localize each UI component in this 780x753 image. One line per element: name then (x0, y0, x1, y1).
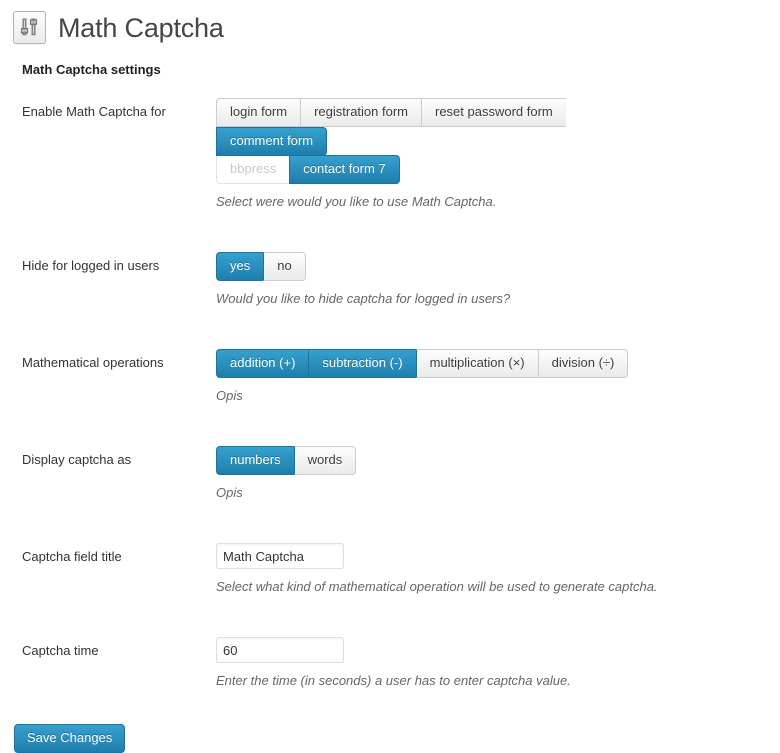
segment-option[interactable]: multiplication (×) (415, 349, 538, 378)
section-heading: Math Captcha settings (22, 62, 161, 77)
segment-option[interactable]: contact form 7 (289, 155, 400, 184)
row-control-enable-math-captcha-for: login form registration form reset passwor… (216, 83, 780, 237)
settings-rows: Enable Math Captcha for login form registr… (0, 83, 780, 716)
segment-option[interactable]: comment form (216, 127, 328, 156)
row-label-mathematical-operations: Mathematical operations (22, 355, 164, 370)
row-description: Enter the time (in seconds) a user has t… (216, 673, 571, 688)
row-description: Would you like to hide captcha for logge… (216, 291, 511, 306)
segment-option[interactable]: subtraction (-) (308, 349, 416, 378)
button-group-mathematical-operations: addition (+) subtraction (-) multiplicatio… (216, 349, 658, 378)
row-control-mathematical-operations: addition (+) subtraction (-) multiplicatio… (216, 334, 780, 431)
button-group-row: bbpress contact form 7 (216, 155, 658, 184)
settings-form-table: Enable Math Captcha for login form registr… (0, 83, 780, 716)
settings-row: Hide for logged in users yes no Would you l… (0, 237, 780, 334)
segment-option[interactable]: division (÷) (537, 349, 629, 378)
button-group-row: login form registration form reset passwor… (216, 98, 658, 156)
row-description: Select were would you like to use Math C… (216, 194, 497, 209)
button-group-display-captcha-as: numbers words (216, 446, 658, 475)
segment-option[interactable]: words (293, 446, 357, 475)
page-header: Math Captcha (0, 0, 780, 46)
settings-row: Display captcha as numbers words Opis (0, 431, 780, 528)
sliders-settings-icon (13, 11, 46, 44)
row-control-captcha-time: Enter the time (in seconds) a user has t… (216, 622, 780, 716)
row-description: Opis (216, 388, 243, 403)
segment-option[interactable]: login form (216, 98, 301, 127)
button-group-hide-for-logged-in-users: yes no (216, 252, 658, 281)
segment-option[interactable]: reset password form (421, 98, 566, 127)
settings-row: Captcha field title Select what kind of m… (0, 528, 780, 622)
button-group-enable-math-captcha-for: login form registration form reset passwor… (216, 98, 658, 184)
row-description: Opis (216, 485, 243, 500)
row-label-captcha-field-title: Captcha field title (22, 549, 122, 564)
segment-option[interactable]: registration form (300, 98, 421, 127)
save-changes-button[interactable]: Save Changes (14, 724, 126, 753)
row-label-enable-math-captcha-for: Enable Math Captcha for (22, 104, 166, 119)
row-description: Select what kind of mathematical operati… (216, 579, 658, 594)
segment-option[interactable]: no (263, 252, 306, 281)
settings-row: Captcha time Enter the time (in seconds) … (0, 622, 780, 716)
segment-option[interactable]: addition (+) (216, 349, 309, 378)
segment-option[interactable]: yes (216, 252, 264, 281)
submit-row: Save Changes (0, 716, 780, 753)
segment-option: bbpress (216, 155, 290, 184)
page-title: Math Captcha (58, 12, 224, 43)
row-control-captcha-field-title: Select what kind of mathematical operati… (216, 528, 780, 622)
captcha-field-title-input[interactable] (216, 543, 344, 569)
captcha-time-input[interactable] (216, 637, 344, 663)
row-control-display-captcha-as: numbers words Opis (216, 431, 780, 528)
segment-option[interactable]: numbers (216, 446, 294, 475)
row-control-hide-for-logged-in-users: yes no Would you like to hide captcha for … (216, 237, 780, 334)
row-label-hide-for-logged-in-users: Hide for logged in users (22, 258, 160, 273)
settings-row: Mathematical operations addition (+) subtr… (0, 334, 780, 431)
row-label-captcha-time: Captcha time (22, 643, 99, 658)
settings-row: Enable Math Captcha for login form registr… (0, 83, 780, 237)
row-label-display-captcha-as: Display captcha as (22, 452, 132, 467)
